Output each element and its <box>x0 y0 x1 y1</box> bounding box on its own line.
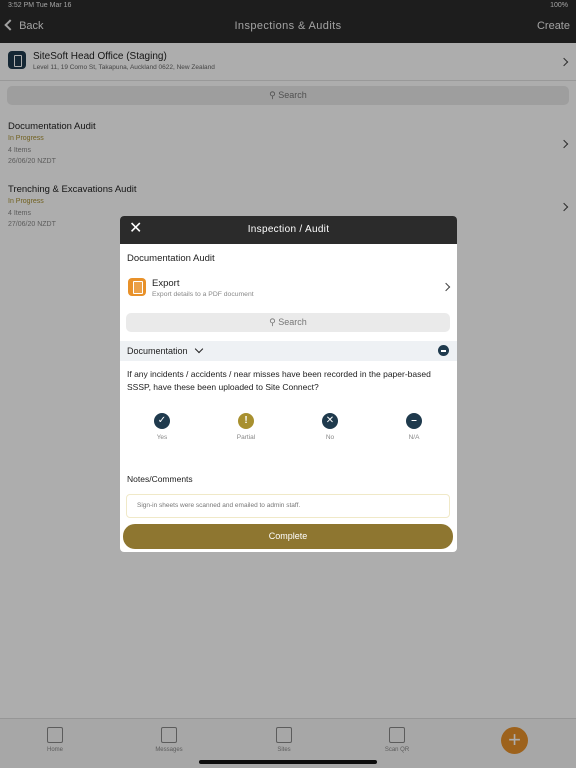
export-description: Export details to a PDF document <box>152 291 254 298</box>
notes-label: Notes/Comments <box>127 474 193 484</box>
option-label: No <box>325 434 335 441</box>
x-icon: ✕ <box>322 413 338 429</box>
option-partial[interactable]: ! Partial <box>226 413 266 441</box>
check-icon: ✓ <box>154 413 170 429</box>
minus-icon: – <box>406 413 422 429</box>
modal-title: Inspection / Audit <box>247 224 330 235</box>
exclamation-icon: ! <box>238 413 254 429</box>
chevron-down-icon <box>194 344 204 354</box>
question-text: If any incidents / accidents / near miss… <box>127 369 431 392</box>
option-label: Partial <box>236 434 256 441</box>
option-no[interactable]: ✕ No <box>310 413 350 441</box>
option-label: N/A <box>408 434 420 441</box>
option-label: Yes <box>156 434 168 441</box>
option-na[interactable]: – N/A <box>394 413 434 441</box>
modal-header: ✕ Inspection / Audit <box>120 216 457 244</box>
export-label: Export <box>152 278 180 289</box>
section-header-documentation[interactable]: Documentation <box>120 341 457 361</box>
modal-search-input[interactable]: ⚲ Search <box>126 313 450 332</box>
option-yes[interactable]: ✓ Yes <box>142 413 182 441</box>
search-icon: ⚲ <box>269 317 276 327</box>
section-label: Documentation <box>127 346 188 356</box>
audit-title: Documentation Audit <box>127 253 215 264</box>
chevron-right-icon <box>441 282 451 292</box>
pdf-export-icon <box>128 278 146 296</box>
inspection-modal: ✕ Inspection / Audit Documentation Audit… <box>120 216 457 552</box>
collapse-icon[interactable] <box>438 345 449 356</box>
search-placeholder: Search <box>278 317 307 327</box>
notes-field[interactable]: Sign-in sheets were scanned and emailed … <box>126 494 450 518</box>
complete-button[interactable]: Complete <box>123 524 453 549</box>
export-row[interactable]: Export Export details to a PDF document <box>120 273 457 303</box>
